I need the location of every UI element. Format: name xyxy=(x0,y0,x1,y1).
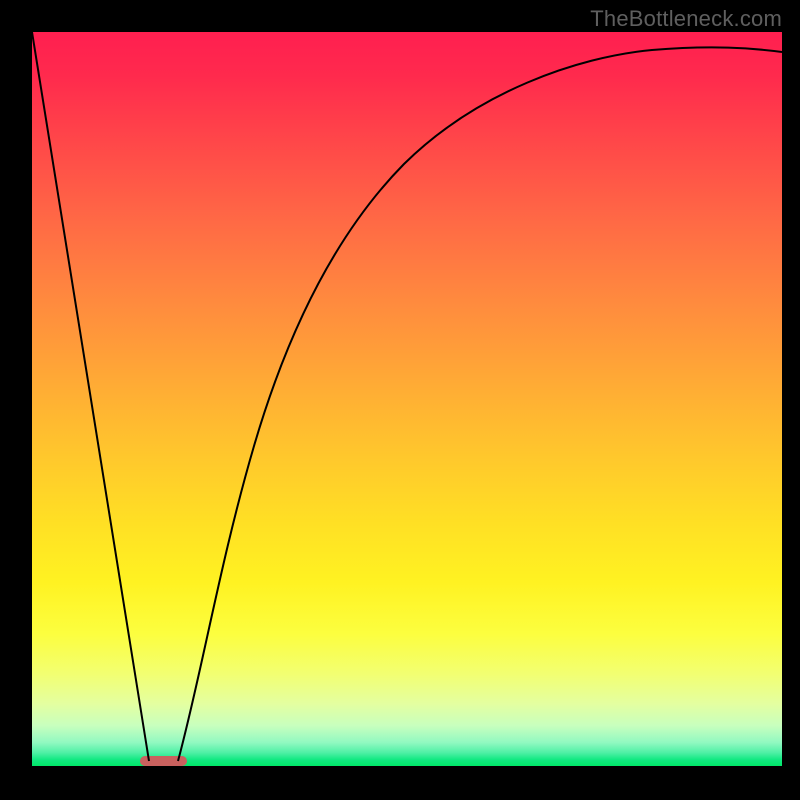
curve-right-branch xyxy=(178,47,782,761)
chart-frame: TheBottleneck.com xyxy=(0,0,800,800)
curve-overlay xyxy=(32,32,782,766)
watermark-text: TheBottleneck.com xyxy=(590,6,782,32)
plot-area xyxy=(32,32,782,766)
curve-left-branch xyxy=(32,32,149,761)
